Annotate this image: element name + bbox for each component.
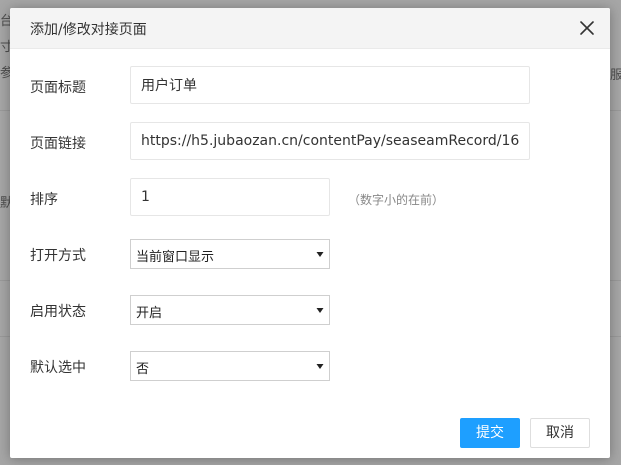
caret-down-icon	[316, 364, 324, 369]
dialog-title: 添加/修改对接页面	[30, 22, 147, 38]
edit-page-dialog: 添加/修改对接页面 页面标题 页面链接 排序 （数字小的在前） 打开方式 当前窗…	[10, 8, 610, 458]
close-button[interactable]	[578, 19, 596, 37]
form-row-page-link: 页面链接	[10, 122, 610, 162]
status-label: 启用状态	[30, 304, 86, 320]
page-link-input[interactable]	[130, 122, 530, 160]
status-select[interactable]: 开启	[130, 295, 330, 325]
form-row-page-title: 页面标题	[10, 66, 610, 106]
open-mode-select[interactable]: 当前窗口显示	[130, 239, 330, 269]
cancel-button[interactable]: 取消	[530, 418, 590, 448]
sort-label: 排序	[30, 192, 58, 208]
status-value: 开启	[136, 306, 163, 321]
dialog-header: 添加/修改对接页面	[10, 8, 610, 49]
form-row-default-selected: 默认选中 否	[10, 351, 610, 391]
form-row-open-mode: 打开方式 当前窗口显示	[10, 239, 610, 279]
default-selected-value: 否	[136, 362, 150, 377]
close-icon	[580, 21, 594, 35]
submit-button[interactable]: 提交	[460, 418, 520, 448]
sort-hint: （数字小的在前）	[348, 193, 445, 207]
caret-down-icon	[316, 252, 324, 257]
open-mode-label: 打开方式	[30, 248, 86, 264]
form-row-sort: 排序 （数字小的在前）	[10, 178, 610, 218]
open-mode-value: 当前窗口显示	[136, 250, 215, 265]
default-selected-label: 默认选中	[30, 360, 86, 376]
page-link-label: 页面链接	[30, 136, 86, 152]
page-title-input[interactable]	[130, 66, 530, 104]
page-title-label: 页面标题	[30, 80, 86, 96]
default-selected-select[interactable]: 否	[130, 351, 330, 381]
sort-input[interactable]	[130, 178, 330, 216]
form-row-status: 启用状态 开启	[10, 295, 610, 335]
caret-down-icon	[316, 308, 324, 313]
